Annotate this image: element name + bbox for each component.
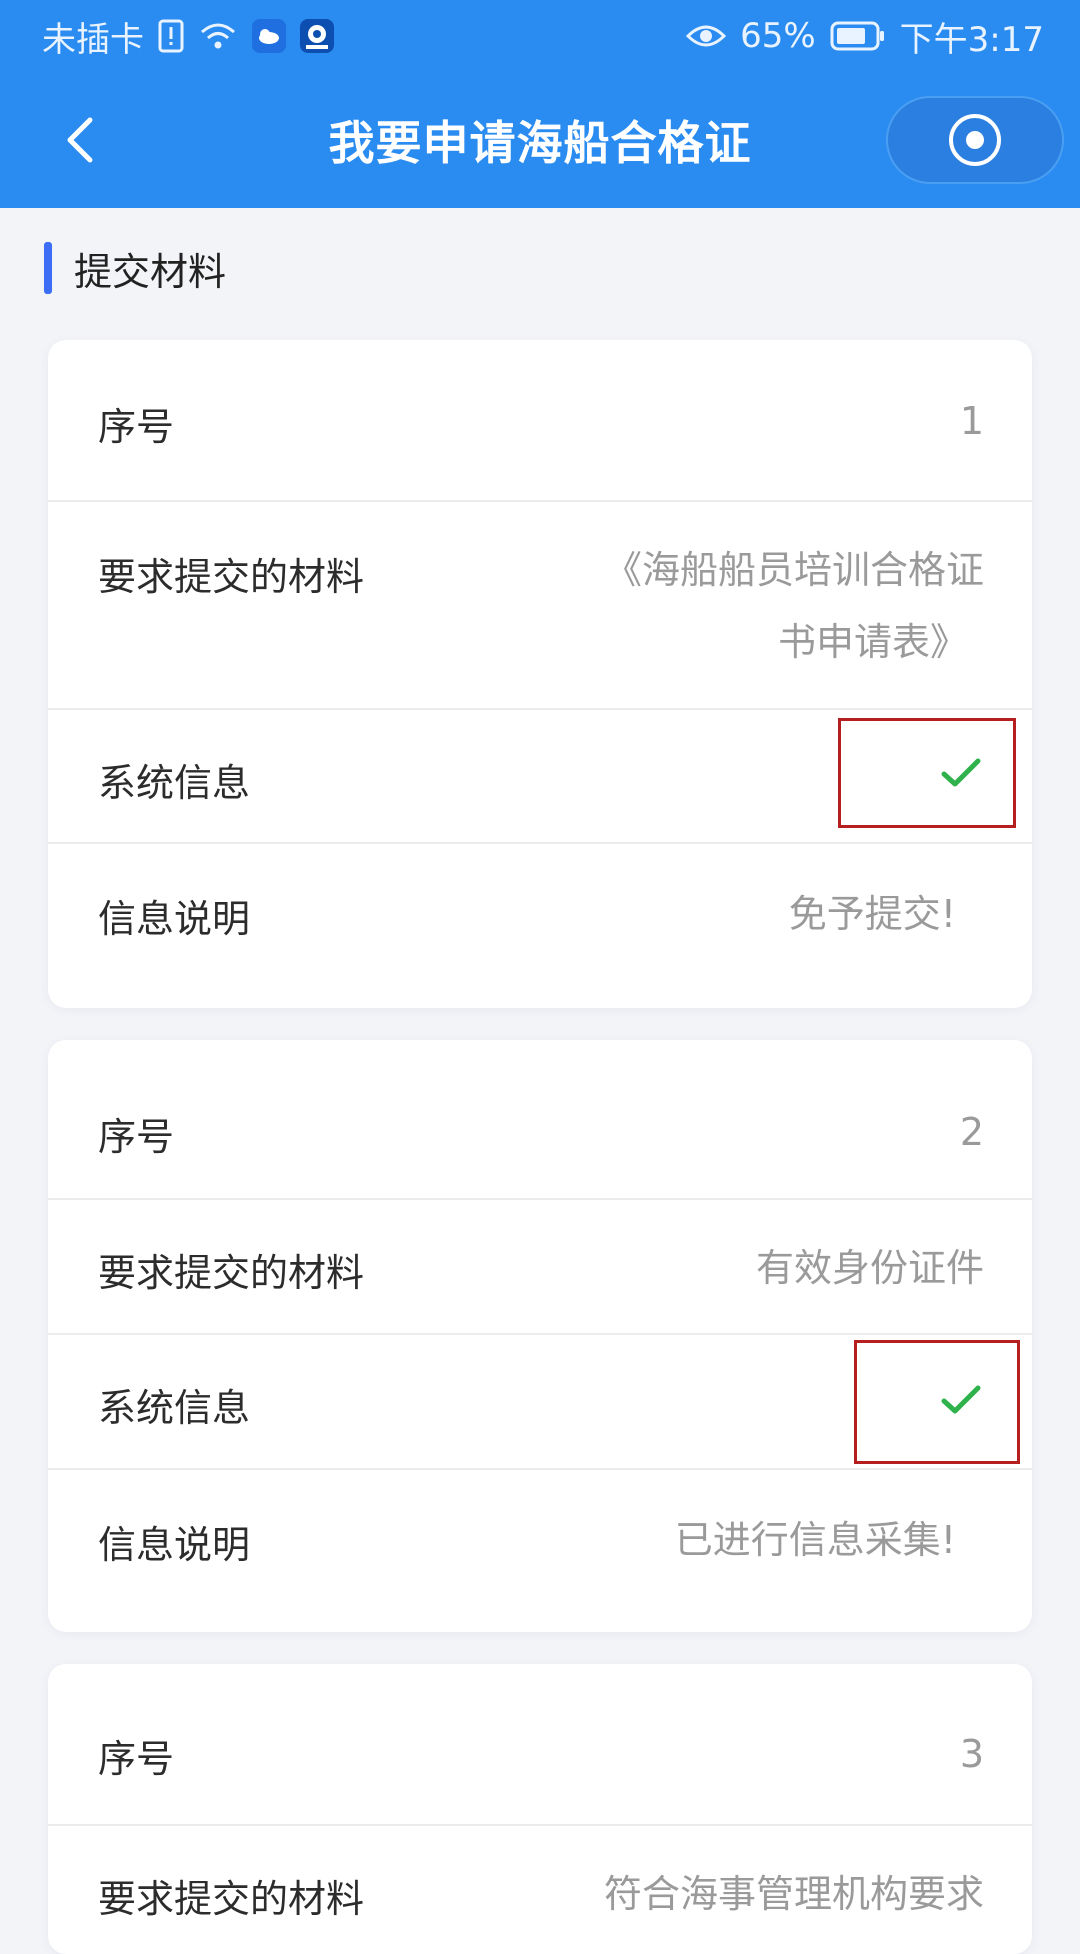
section-title-text: 提交材料	[74, 249, 227, 294]
carrier-text: 未插卡	[42, 19, 144, 60]
material-card-1: 序号 1 要求提交的材料 《海船船员培训合格证 书申请表》 系统信息 信息说明 …	[48, 340, 1032, 1008]
seq-label: 序号	[98, 405, 175, 449]
sim-alert-icon	[158, 19, 184, 53]
status-left: 未插卡	[42, 12, 334, 61]
note-value: 已进行信息采集!	[674, 1518, 956, 1562]
seq-value: 1	[959, 399, 984, 443]
row-seq: 序号 2	[48, 1040, 1032, 1200]
note-value: 免予提交!	[788, 892, 956, 936]
weather-app-icon	[252, 19, 286, 53]
row-material: 要求提交的材料 有效身份证件	[48, 1200, 1032, 1335]
miniapp-capsule-button[interactable]	[886, 96, 1064, 184]
row-note: 信息说明 免予提交!	[48, 844, 1032, 1008]
seq-value: 2	[959, 1110, 984, 1154]
section-accent-bar	[44, 242, 52, 294]
record-target-icon	[949, 114, 1001, 166]
material-value: 有效身份证件	[755, 1246, 984, 1290]
sysinfo-label: 系统信息	[98, 1386, 251, 1430]
material-label: 要求提交的材料	[98, 1877, 365, 1921]
sysinfo-label: 系统信息	[98, 761, 251, 805]
bank-app-icon	[300, 19, 334, 53]
battery-icon	[830, 21, 886, 51]
row-material: 要求提交的材料 《海船船员培训合格证 书申请表》	[48, 502, 1032, 710]
wifi-icon	[198, 20, 238, 52]
section-header: 提交材料	[44, 240, 226, 296]
eye-icon	[686, 22, 727, 50]
material-value-line2: 书申请表》	[777, 620, 968, 664]
row-seq: 序号 1	[48, 340, 1032, 502]
note-label: 信息说明	[98, 1523, 251, 1567]
note-label: 信息说明	[98, 897, 251, 941]
material-card-2: 序号 2 要求提交的材料 有效身份证件 系统信息 信息说明 已进行信息采集!	[48, 1040, 1032, 1632]
highlight-box	[854, 1340, 1020, 1464]
material-value-line1: 《海船船员培训合格证	[603, 548, 984, 592]
seq-label: 序号	[98, 1737, 175, 1781]
battery-percent: 65%	[740, 16, 816, 56]
material-card-3: 序号 3 要求提交的材料 符合海事管理机构要求	[48, 1664, 1032, 1954]
status-bar: 未插卡 65% 下午3:17	[0, 0, 1080, 72]
row-seq: 序号 3	[48, 1664, 1032, 1826]
highlight-box	[838, 718, 1016, 828]
status-right: 65% 下午3:17	[686, 12, 1044, 61]
nav-bar: 我要申请海船合格证	[0, 72, 1080, 208]
material-label: 要求提交的材料	[98, 555, 365, 599]
seq-value: 3	[959, 1732, 984, 1776]
material-label: 要求提交的材料	[98, 1251, 365, 1295]
material-value: 符合海事管理机构要求	[603, 1872, 984, 1916]
row-material: 要求提交的材料 符合海事管理机构要求	[48, 1826, 1032, 1954]
row-note: 信息说明 已进行信息采集!	[48, 1470, 1032, 1632]
seq-label: 序号	[98, 1115, 175, 1159]
clock-time: 下午3:17	[899, 19, 1044, 60]
